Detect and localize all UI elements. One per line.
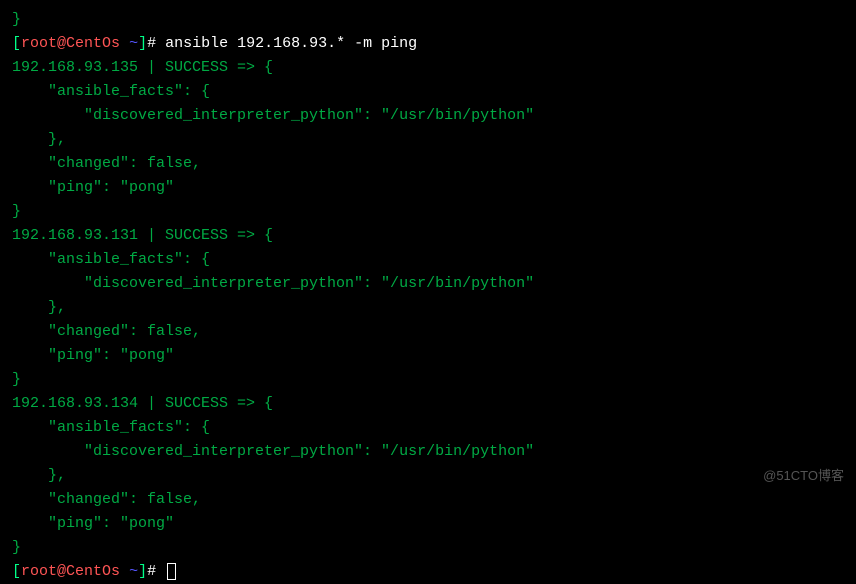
host-header: 192.168.93.131 | SUCCESS => { xyxy=(12,224,844,248)
close-brace: } xyxy=(12,536,844,560)
changed-line: "changed": false, xyxy=(12,320,844,344)
prompt-line-2[interactable]: [root@CentOs ~]# xyxy=(12,560,844,584)
interpreter-line: "discovered_interpreter_python": "/usr/b… xyxy=(12,272,844,296)
prompt-open-bracket: [ xyxy=(12,35,21,52)
cursor-icon xyxy=(167,563,176,580)
prompt-host: CentOs xyxy=(66,35,120,52)
host-header: 192.168.93.134 | SUCCESS => { xyxy=(12,392,844,416)
facts-open: "ansible_facts": { xyxy=(12,80,844,104)
prompt-close-bracket: ] xyxy=(138,35,147,52)
prompt-hash: # xyxy=(147,563,165,580)
ping-line: "ping": "pong" xyxy=(12,344,844,368)
facts-open: "ansible_facts": { xyxy=(12,416,844,440)
interpreter-line: "discovered_interpreter_python": "/usr/b… xyxy=(12,104,844,128)
ping-line: "ping": "pong" xyxy=(12,512,844,536)
prompt-at: @ xyxy=(57,35,66,52)
changed-line: "changed": false, xyxy=(12,152,844,176)
close-brace: } xyxy=(12,200,844,224)
prompt-close-bracket: ] xyxy=(138,563,147,580)
prompt-tilde: ~ xyxy=(129,563,138,580)
host-header: 192.168.93.135 | SUCCESS => { xyxy=(12,56,844,80)
watermark-text: @51CTO博客 xyxy=(763,466,844,487)
prompt-user: root xyxy=(21,35,57,52)
prompt-hash: # xyxy=(147,35,165,52)
command-text: ansible 192.168.93.* -m ping xyxy=(165,35,417,52)
prompt-host: CentOs xyxy=(66,563,120,580)
prompt-tilde: ~ xyxy=(129,35,138,52)
close-brace: } xyxy=(12,368,844,392)
interpreter-line: "discovered_interpreter_python": "/usr/b… xyxy=(12,440,844,464)
pre-brace: } xyxy=(12,8,844,32)
ping-line: "ping": "pong" xyxy=(12,176,844,200)
facts-close: }, xyxy=(12,296,844,320)
prompt-space xyxy=(120,563,129,580)
prompt-open-bracket: [ xyxy=(12,563,21,580)
prompt-line-1[interactable]: [root@CentOs ~]# ansible 192.168.93.* -m… xyxy=(12,32,844,56)
changed-line: "changed": false, xyxy=(12,488,844,512)
facts-close: }, xyxy=(12,128,844,152)
prompt-at: @ xyxy=(57,563,66,580)
prompt-space xyxy=(120,35,129,52)
facts-close: }, xyxy=(12,464,844,488)
facts-open: "ansible_facts": { xyxy=(12,248,844,272)
terminal-output: } [root@CentOs ~]# ansible 192.168.93.* … xyxy=(12,8,844,584)
prompt-user: root xyxy=(21,563,57,580)
